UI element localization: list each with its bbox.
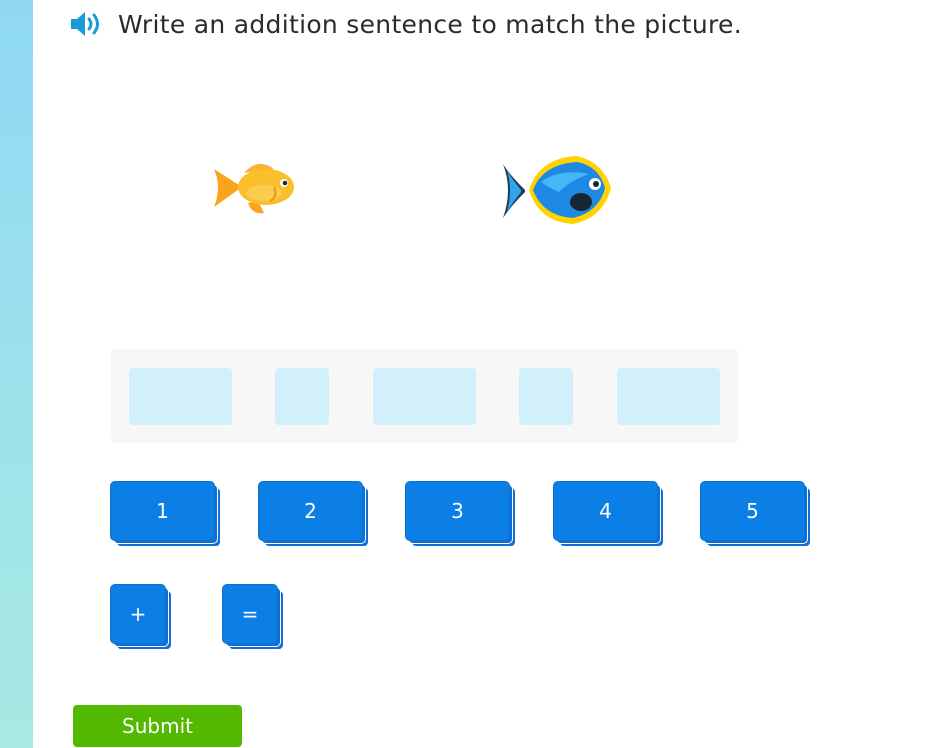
tile-label: 2 bbox=[258, 481, 363, 541]
submit-button[interactable]: Submit bbox=[73, 705, 242, 747]
tile-label: 3 bbox=[405, 481, 510, 541]
speaker-icon[interactable] bbox=[69, 9, 105, 39]
number-tile-5[interactable]: 5 bbox=[700, 481, 811, 547]
side-decoration-strip bbox=[0, 0, 33, 748]
tile-label: 4 bbox=[553, 481, 658, 541]
number-tile-3[interactable]: 3 bbox=[405, 481, 516, 547]
answer-area bbox=[111, 349, 738, 443]
tile-label: + bbox=[110, 584, 166, 644]
number-tile-1[interactable]: 1 bbox=[110, 481, 221, 547]
tile-label: 1 bbox=[110, 481, 215, 541]
answer-slot[interactable] bbox=[275, 368, 329, 425]
answer-slot[interactable] bbox=[129, 368, 232, 425]
answer-slot[interactable] bbox=[519, 368, 573, 425]
question-header: Write an addition sentence to match the … bbox=[69, 9, 742, 39]
number-tile-2[interactable]: 2 bbox=[258, 481, 369, 547]
tile-label: = bbox=[222, 584, 278, 644]
blue-tang-fish-icon bbox=[503, 156, 611, 224]
equals-tile[interactable]: = bbox=[222, 584, 284, 650]
goldfish-icon bbox=[214, 163, 294, 214]
answer-slot[interactable] bbox=[373, 368, 476, 425]
answer-slot[interactable] bbox=[617, 368, 720, 425]
question-text: Write an addition sentence to match the … bbox=[118, 9, 742, 39]
number-tile-4[interactable]: 4 bbox=[553, 481, 664, 547]
plus-tile[interactable]: + bbox=[110, 584, 172, 650]
tile-label: 5 bbox=[700, 481, 805, 541]
